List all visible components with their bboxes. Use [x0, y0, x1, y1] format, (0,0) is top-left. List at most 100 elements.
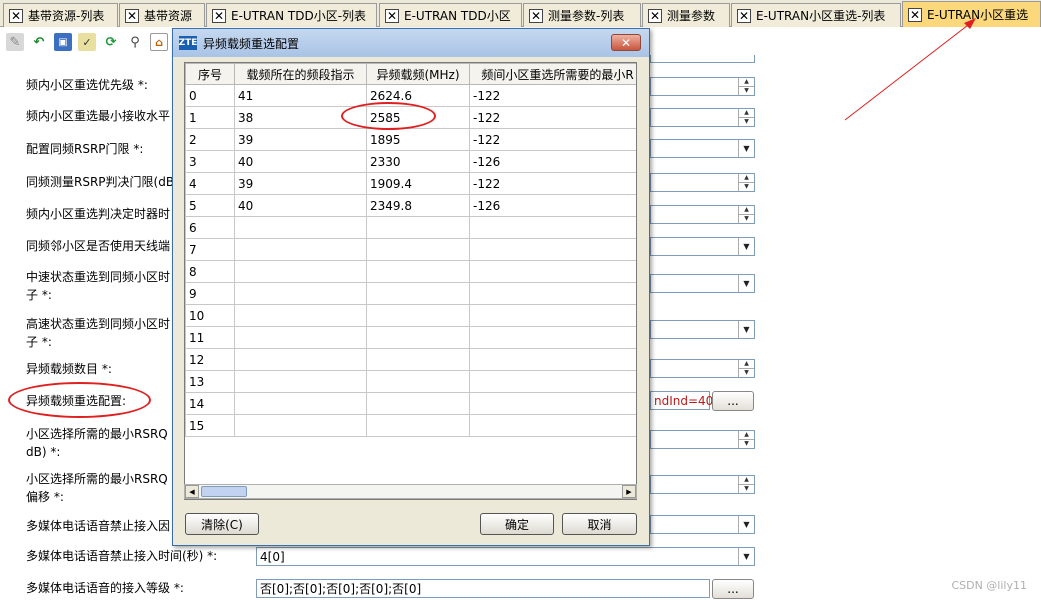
table-cell[interactable] [366, 392, 470, 415]
edit-icon[interactable]: ✎ [6, 33, 24, 51]
table-cell[interactable] [469, 414, 636, 437]
undo-icon[interactable]: ↶ [30, 33, 48, 51]
table-cell[interactable]: 11 [185, 326, 235, 349]
table-cell[interactable]: 41 [234, 84, 367, 107]
clear-button[interactable]: 清除(C) [185, 513, 259, 535]
table-row[interactable]: 14 [185, 392, 636, 415]
table-cell[interactable]: 1 [185, 106, 235, 129]
table-cell[interactable]: 0 [185, 84, 235, 107]
table-cell[interactable] [469, 326, 636, 349]
table-row[interactable]: 10 [185, 304, 636, 327]
table-cell[interactable]: -126 [469, 150, 636, 173]
close-icon[interactable]: ✕ [125, 8, 139, 23]
check-icon[interactable]: ✓ [78, 33, 96, 51]
spin-buttons[interactable]: ▲ ▼ [738, 360, 754, 377]
table-cell[interactable]: 2349.8 [366, 194, 470, 217]
cancel-button[interactable]: 取消 [562, 513, 637, 535]
table-row[interactable]: 6 [185, 216, 636, 239]
table-cell[interactable]: 40 [234, 194, 367, 217]
close-icon[interactable]: ✕ [737, 8, 751, 23]
table-cell[interactable] [234, 370, 367, 393]
close-icon[interactable]: ✕ [385, 8, 399, 23]
spin-down-icon[interactable]: ▼ [739, 368, 754, 377]
spin-buttons[interactable]: ▲ ▼ [738, 109, 754, 126]
table-cell[interactable] [366, 238, 470, 261]
column-header-index[interactable]: 序号 [185, 63, 235, 85]
refresh-icon[interactable]: ⟳ [102, 33, 120, 51]
column-header-min-rx[interactable]: 频间小区重选所需要的最小R [469, 63, 636, 85]
voice-access-class-field[interactable]: 否[0];否[0];否[0];否[0];否[0] [256, 579, 710, 598]
tab-baseband-resource[interactable]: ✕ 基带资源 [119, 3, 205, 27]
spin-down-icon[interactable]: ▼ [739, 439, 754, 448]
table-row[interactable]: 15 [185, 414, 636, 437]
table-cell[interactable] [366, 326, 470, 349]
table-cell[interactable] [469, 216, 636, 239]
spin-down-icon[interactable]: ▼ [739, 182, 754, 191]
column-header-band[interactable]: 载频所在的频段指示 [234, 63, 367, 85]
table-cell[interactable]: 39 [234, 172, 367, 195]
min-rsrq-spin[interactable]: ▲ ▼ [650, 430, 755, 449]
table-cell[interactable] [234, 304, 367, 327]
table-cell[interactable] [366, 370, 470, 393]
table-row[interactable]: 13 [185, 370, 636, 393]
table-cell[interactable]: 1895 [366, 128, 470, 151]
chevron-down-icon[interactable]: ▼ [738, 321, 754, 338]
table-cell[interactable]: 4 [185, 172, 235, 195]
table-cell[interactable] [469, 304, 636, 327]
table-cell[interactable] [469, 348, 636, 371]
table-cell[interactable]: 2 [185, 128, 235, 151]
chevron-down-icon[interactable]: ▼ [738, 238, 754, 255]
table-cell[interactable]: -126 [469, 194, 636, 217]
inter-freq-config-browse-button[interactable]: ... [712, 391, 754, 411]
intra-freq-min-rxlev-spin[interactable]: ▲ ▼ [650, 108, 755, 127]
spin-up-icon[interactable]: ▲ [739, 109, 754, 117]
horizontal-scrollbar[interactable]: ◀ ▶ [184, 484, 637, 499]
table-cell[interactable] [469, 260, 636, 283]
table-row[interactable]: 2 39 1895 -122 [185, 128, 636, 151]
table-cell[interactable] [366, 260, 470, 283]
table-cell[interactable] [234, 326, 367, 349]
spin-down-icon[interactable]: ▼ [739, 214, 754, 223]
table-cell[interactable]: 10 [185, 304, 235, 327]
scroll-left-icon[interactable]: ◀ [185, 485, 199, 498]
table-cell[interactable] [366, 216, 470, 239]
tab-measurement-params[interactable]: ✕ 测量参数 [642, 3, 730, 27]
tab-measurement-params-list[interactable]: ✕ 测量参数-列表 [523, 3, 641, 27]
table-cell[interactable] [366, 348, 470, 371]
antenna-port-dropdown[interactable]: ▼ [650, 237, 755, 256]
chevron-down-icon[interactable]: ▼ [738, 140, 754, 157]
table-cell[interactable]: 40 [234, 150, 367, 173]
table-cell[interactable]: -122 [469, 106, 636, 129]
min-rsrq-offset-spin[interactable]: ▲ ▼ [650, 475, 755, 494]
dialog-title-bar[interactable]: ZTE 异频载频重选配置 ✕ [173, 29, 649, 57]
table-cell[interactable]: 2330 [366, 150, 470, 173]
table-cell[interactable]: 7 [185, 238, 235, 261]
table-row[interactable]: 3 40 2330 -126 [185, 150, 636, 173]
spin-buttons[interactable]: ▲ ▼ [738, 174, 754, 191]
table-cell[interactable]: -122 [469, 128, 636, 151]
inter-freq-count-spin[interactable]: ▲ ▼ [650, 359, 755, 378]
table-row[interactable]: 5 40 2349.8 -126 [185, 194, 636, 217]
table-cell[interactable] [234, 414, 367, 437]
close-icon[interactable]: ✕ [908, 7, 922, 22]
table-cell[interactable] [234, 282, 367, 305]
ok-button[interactable]: 确定 [480, 513, 554, 535]
save-icon[interactable]: ▣ [54, 33, 72, 51]
close-icon[interactable]: ✕ [529, 8, 543, 23]
table-cell[interactable]: 8 [185, 260, 235, 283]
table-cell[interactable] [234, 392, 367, 415]
voice-barring-factor-dropdown[interactable]: ▼ [650, 515, 755, 534]
table-row[interactable]: 7 [185, 238, 636, 261]
table-cell[interactable] [234, 260, 367, 283]
reselection-timer-spin[interactable]: ▲ ▼ [650, 205, 755, 224]
table-cell[interactable] [469, 392, 636, 415]
voice-barring-time-dropdown[interactable]: 4[0] ▼ [256, 547, 755, 566]
rsrp-decision-threshold-spin[interactable]: ▲ ▼ [650, 173, 755, 192]
table-cell[interactable]: 6 [185, 216, 235, 239]
table-row[interactable]: 11 [185, 326, 636, 349]
spin-up-icon[interactable]: ▲ [739, 174, 754, 182]
spin-buttons[interactable]: ▲ ▼ [738, 206, 754, 223]
rsrp-threshold-dropdown[interactable]: ▼ [650, 139, 755, 158]
spin-buttons[interactable]: ▲ ▼ [738, 431, 754, 448]
find-icon[interactable]: ⚲ [126, 33, 144, 51]
